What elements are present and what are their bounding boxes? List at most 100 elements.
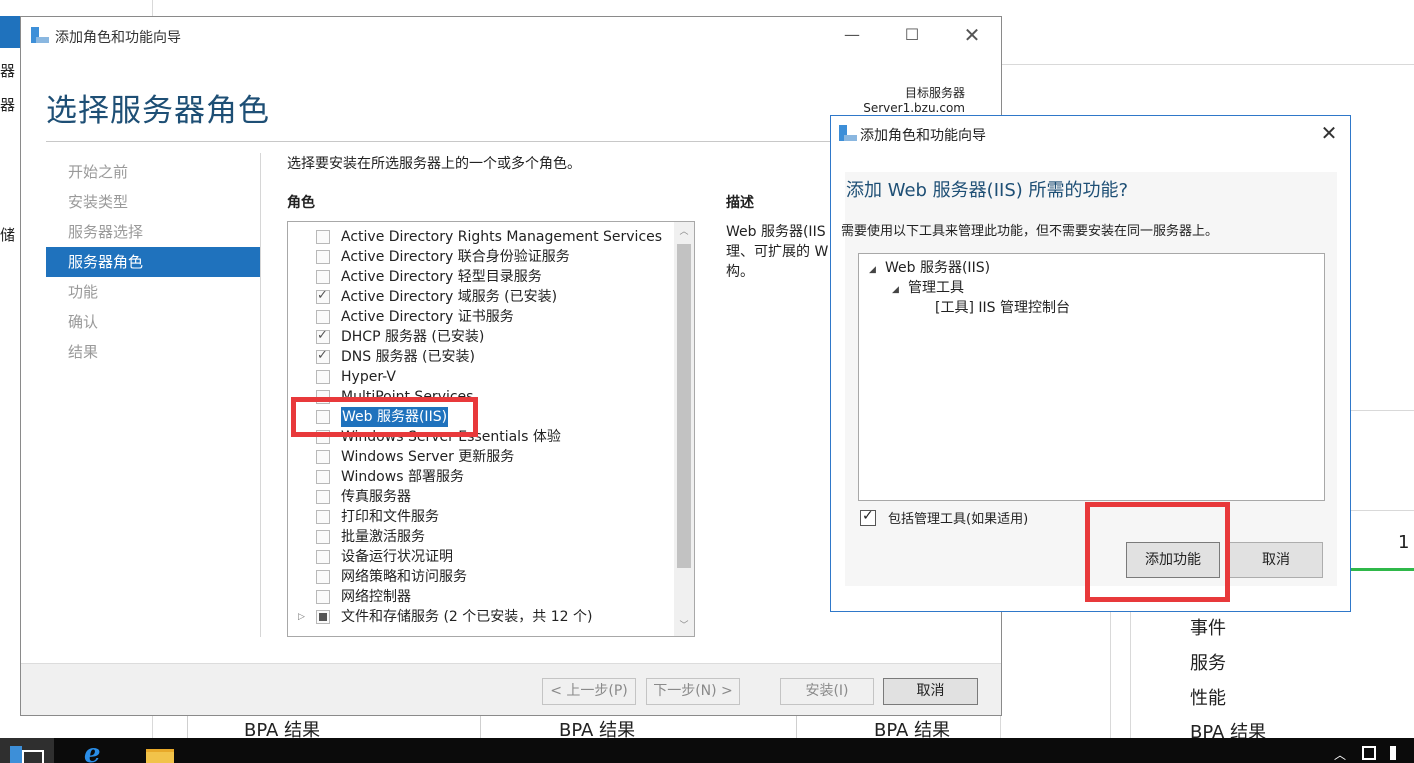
role-label: DNS 服务器 (已安装)	[341, 349, 475, 365]
role-row[interactable]: Active Directory 域服务 (已安装)	[288, 287, 672, 307]
tree-item-label: Web 服务器(IIS)	[885, 260, 991, 276]
wizard-footer: < 上一步(P) 下一步(N) > 安装(I) 取消	[21, 663, 1001, 715]
background-link-performance[interactable]: 性能	[1190, 684, 1226, 710]
collapse-arrow-icon[interactable]: ◢	[869, 260, 885, 280]
role-checkbox[interactable]	[316, 270, 330, 284]
nav-server-selection[interactable]: 服务器选择	[46, 217, 260, 247]
role-row[interactable]: 网络控制器	[288, 587, 672, 607]
role-row[interactable]: 传真服务器	[288, 487, 672, 507]
role-checkbox[interactable]	[316, 610, 330, 624]
role-label: 网络控制器	[341, 589, 411, 605]
nav-server-roles[interactable]: 服务器角色	[46, 247, 260, 277]
role-row[interactable]: Active Directory 轻型目录服务	[288, 267, 672, 287]
role-row[interactable]: Windows 部署服务	[288, 467, 672, 487]
role-checkbox[interactable]	[316, 510, 330, 524]
page-title: 选择服务器角色	[46, 93, 270, 129]
previous-button[interactable]: < 上一步(P)	[542, 678, 636, 705]
role-checkbox[interactable]	[316, 470, 330, 484]
internet-explorer-icon[interactable]: e	[84, 741, 110, 763]
role-checkbox[interactable]	[316, 450, 330, 464]
close-icon[interactable]: ✕	[1315, 121, 1343, 145]
scroll-thumb[interactable]	[677, 244, 691, 568]
network-icon[interactable]	[1362, 746, 1376, 760]
background-link-events[interactable]: 事件	[1190, 614, 1226, 640]
wizard-nav: 开始之前 安装类型 服务器选择 服务器角色 功能 确认 结果	[46, 157, 260, 367]
role-row[interactable]: Active Directory 联合身份验证服务	[288, 247, 672, 267]
role-row[interactable]: Active Directory Rights Management Servi…	[288, 227, 672, 247]
role-row[interactable]: 设备运行状况证明	[288, 547, 672, 567]
file-explorer-icon[interactable]	[146, 749, 174, 763]
role-label: 文件和存储服务 (2 个已安装，共 12 个)	[341, 609, 593, 625]
description-text: Web 服务器(IIS 理、可扩展的 W 构。	[726, 224, 829, 280]
dialog-cancel-button[interactable]: 取消	[1229, 542, 1323, 578]
nav-features[interactable]: 功能	[46, 277, 260, 307]
role-label: Active Directory 联合身份验证服务	[341, 249, 570, 265]
close-icon[interactable]: ✕	[957, 25, 987, 45]
tree-item[interactable]: [工具] IIS 管理控制台	[935, 298, 1070, 318]
show-hidden-icons-icon[interactable]: ︿	[1334, 746, 1346, 763]
scroll-down-icon[interactable]: ﹀	[674, 616, 694, 636]
expand-arrow-icon[interactable]: ▷	[298, 607, 305, 627]
role-row[interactable]: DNS 服务器 (已安装)	[288, 347, 672, 367]
background-divider	[480, 716, 481, 738]
role-label: DHCP 服务器 (已安装)	[341, 329, 485, 345]
background-count: 1	[1398, 532, 1410, 553]
role-checkbox[interactable]	[316, 310, 330, 324]
role-label: 传真服务器	[341, 489, 411, 505]
role-checkbox[interactable]	[316, 288, 330, 304]
include-management-tools-label[interactable]: 包括管理工具(如果适用)	[888, 508, 1028, 527]
role-checkbox[interactable]	[316, 370, 330, 384]
tree-item[interactable]: ◢ Web 服务器(IIS)	[869, 258, 990, 278]
role-label: Active Directory Rights Management Servi…	[341, 229, 663, 245]
nav-results[interactable]: 结果	[46, 337, 260, 367]
role-checkbox[interactable]	[316, 348, 330, 364]
tree-item-label: [工具] IIS 管理控制台	[935, 300, 1070, 316]
tree-item[interactable]: ◢ 管理工具	[892, 278, 964, 298]
role-checkbox[interactable]	[316, 590, 330, 604]
role-row[interactable]: Hyper-V	[288, 367, 672, 387]
nav-installation-type[interactable]: 安装类型	[46, 187, 260, 217]
role-checkbox[interactable]	[316, 490, 330, 504]
role-label: 打印和文件服务	[341, 509, 439, 525]
role-checkbox[interactable]	[316, 250, 330, 264]
next-button[interactable]: 下一步(N) >	[646, 678, 740, 705]
role-checkbox[interactable]	[316, 328, 330, 344]
role-checkbox[interactable]	[316, 550, 330, 564]
include-management-tools-checkbox[interactable]	[860, 508, 876, 526]
description-header: 描述	[726, 195, 754, 211]
role-label: Active Directory 域服务 (已安装)	[341, 289, 558, 305]
background-divider	[796, 716, 797, 738]
cancel-button[interactable]: 取消	[883, 678, 978, 705]
background-side-label: 器	[0, 62, 16, 80]
role-label: 批量激活服务	[341, 529, 425, 545]
wizard-titlebar[interactable]: 添加角色和功能向导 — ☐ ✕	[21, 17, 1001, 53]
scroll-up-icon[interactable]: ︿	[674, 222, 694, 242]
maximize-icon[interactable]: ☐	[897, 25, 927, 45]
nav-before-you-begin[interactable]: 开始之前	[46, 157, 260, 187]
task-view-icon[interactable]	[22, 750, 44, 763]
role-row[interactable]: DHCP 服务器 (已安装)	[288, 327, 672, 347]
role-row[interactable]: Active Directory 证书服务	[288, 307, 672, 327]
nav-confirmation[interactable]: 确认	[46, 307, 260, 337]
install-button[interactable]: 安装(I)	[780, 678, 874, 705]
role-row[interactable]: Windows Server 更新服务	[288, 447, 672, 467]
features-tree[interactable]: ◢ Web 服务器(IIS) ◢ 管理工具 [工具] IIS 管理控制台	[858, 253, 1325, 501]
role-row[interactable]: 网络策略和访问服务	[288, 567, 672, 587]
role-checkbox[interactable]	[316, 570, 330, 584]
role-checkbox[interactable]	[316, 230, 330, 244]
role-row[interactable]: 打印和文件服务	[288, 507, 672, 527]
role-checkbox[interactable]	[316, 530, 330, 544]
collapse-arrow-icon[interactable]: ◢	[892, 280, 908, 300]
server-manager-icon	[31, 27, 49, 43]
background-side-label: 储	[0, 226, 16, 244]
roles-scrollbar[interactable]: ︿ ﹀	[674, 222, 694, 636]
nav-divider	[260, 153, 261, 637]
role-row[interactable]: ▷ 文件和存储服务 (2 个已安装，共 12 个)	[288, 607, 672, 627]
background-link-services[interactable]: 服务	[1190, 649, 1226, 675]
taskbar: e ︿	[0, 738, 1414, 763]
minimize-icon[interactable]: —	[837, 25, 867, 45]
role-row[interactable]: 批量激活服务	[288, 527, 672, 547]
speaker-icon[interactable]	[1390, 746, 1402, 760]
dialog-heading: 添加 Web 服务器(IIS) 所需的功能?	[846, 180, 1129, 201]
dialog-titlebar[interactable]: 添加角色和功能向导 ✕	[831, 116, 1350, 150]
